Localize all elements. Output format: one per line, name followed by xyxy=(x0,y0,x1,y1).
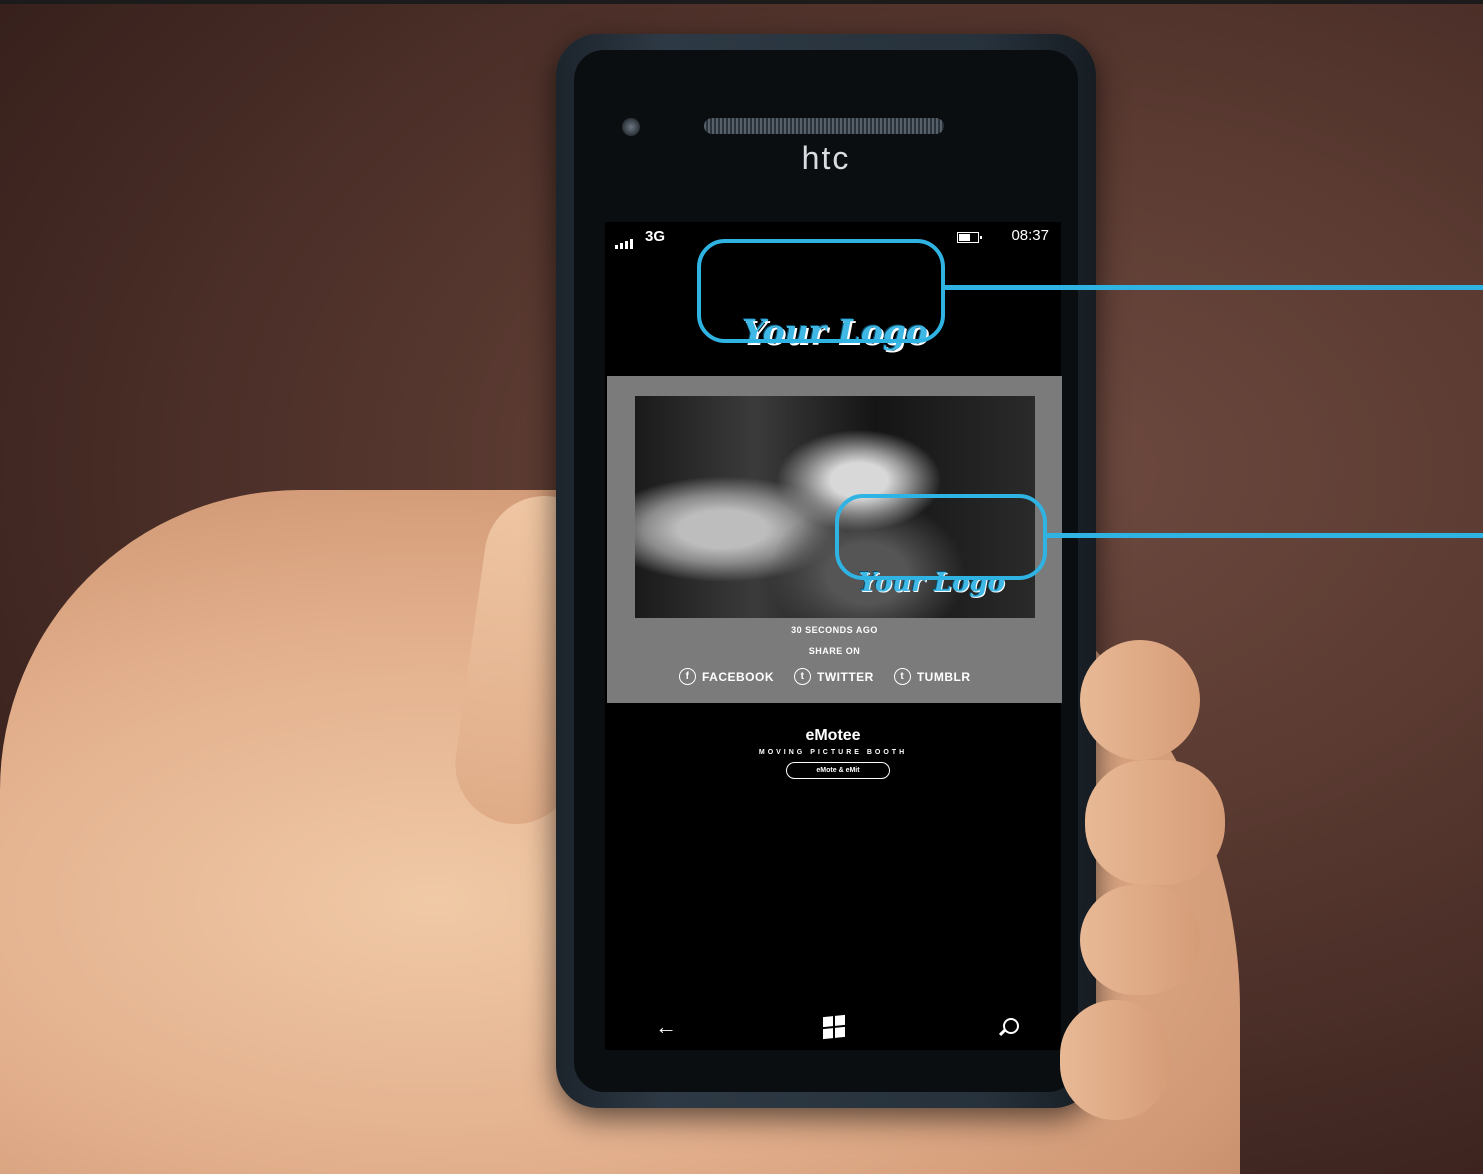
finger xyxy=(1080,640,1200,760)
back-arrow-icon[interactable]: ← xyxy=(655,1014,677,1040)
twitter-icon: t xyxy=(794,668,812,685)
timestamp: 30 SECONDS AGO xyxy=(791,625,878,635)
top-logo-callout xyxy=(697,239,945,343)
photo-logo-callout xyxy=(835,494,1047,580)
top-border xyxy=(0,0,1483,4)
share-twitter-button[interactable]: t TWITTER xyxy=(794,668,874,685)
share-tumblr-label: TUMBLR xyxy=(916,669,971,684)
finger xyxy=(1080,885,1200,995)
battery-icon xyxy=(957,232,982,243)
share-twitter-label: TWITTER xyxy=(817,669,874,684)
nav-bar: ← xyxy=(605,1012,1061,1050)
search-icon[interactable] xyxy=(1003,1018,1019,1034)
finger xyxy=(1060,1000,1170,1120)
tumblr-icon: t xyxy=(893,668,911,685)
earpiece-speaker xyxy=(704,118,944,134)
windows-icon[interactable] xyxy=(823,1014,845,1040)
facebook-icon: f xyxy=(679,668,696,685)
share-label: SHARE ON xyxy=(808,646,861,656)
share-tumblr-button[interactable]: t TUMBLR xyxy=(893,668,971,685)
share-facebook-label: FACEBOOK xyxy=(702,669,775,684)
finger xyxy=(1085,760,1225,885)
front-camera xyxy=(622,118,640,136)
share-options: f FACEBOOK t TWITTER t TUMBLR xyxy=(679,668,971,685)
status-clock: 08:37 xyxy=(1011,227,1049,244)
footer-pill-badge[interactable]: eMote & eMit xyxy=(786,762,890,779)
network-type: 3G xyxy=(645,228,666,245)
footer-brand-logo[interactable]: eMotee xyxy=(605,727,1061,745)
phone-screen: 3G 08:37 Your Logo Your Logo 30 SECONDS … xyxy=(605,222,1062,1050)
share-facebook-button[interactable]: f FACEBOOK xyxy=(679,668,774,685)
phone-brand: htc xyxy=(801,140,851,176)
top-logo-pointer-line xyxy=(941,285,1483,290)
footer-tagline: MOVING PICTURE BOOTH xyxy=(758,749,908,756)
photo-logo-pointer-line xyxy=(1043,533,1483,538)
signal-icon xyxy=(615,232,635,249)
